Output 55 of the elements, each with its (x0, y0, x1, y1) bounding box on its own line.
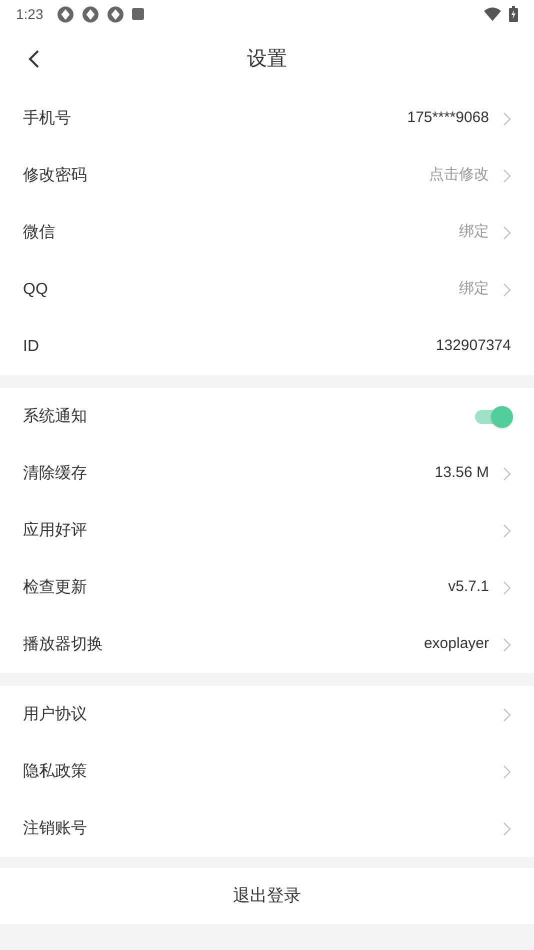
chevron-right-icon (503, 764, 511, 778)
settings-row[interactable]: 微信 绑定 (0, 204, 534, 261)
row-label: 清除缓存 (23, 464, 88, 484)
row-label: 系统通知 (23, 406, 88, 426)
row-label: 微信 (23, 222, 56, 242)
settings-row[interactable]: 隐私政策 (0, 743, 534, 800)
row-label: 检查更新 (23, 578, 88, 598)
toggle-switch[interactable] (475, 404, 513, 428)
app-notification-icon (82, 6, 100, 22)
chevron-right-icon (503, 580, 511, 594)
page-title: 设置 (247, 47, 287, 72)
row-label: 播放器切换 (23, 634, 104, 654)
row-value: 点击修改 (429, 165, 489, 186)
row-label: ID (23, 336, 40, 356)
row-label: 注销账号 (23, 818, 88, 838)
settings-row[interactable]: 清除缓存 13.56 M (0, 445, 534, 502)
chevron-right-icon (503, 708, 511, 722)
app-notification-icon (107, 6, 124, 22)
battery-icon (509, 6, 518, 22)
settings-row[interactable]: 应用好评 (0, 502, 534, 559)
notification-icon (132, 8, 144, 20)
row-label: 用户协议 (23, 704, 88, 724)
settings-row[interactable]: 系统通知 (0, 388, 534, 445)
row-value: 13.56 M (434, 463, 489, 484)
chevron-right-icon (503, 112, 511, 126)
settings-row[interactable]: ID 132907374 (0, 318, 534, 375)
chevron-right-icon (503, 168, 511, 182)
row-label: QQ (23, 280, 49, 300)
logout-button[interactable]: 退出登录 (0, 868, 534, 924)
chevron-right-icon (503, 282, 511, 296)
settings-row[interactable]: 用户协议 (0, 686, 534, 743)
wifi-icon (484, 7, 501, 21)
settings-row[interactable]: 手机号 175****9068 (0, 90, 534, 147)
app-notification-icon (57, 6, 74, 22)
row-value: 绑定 (459, 222, 489, 242)
chevron-right-icon (503, 638, 511, 652)
chevron-right-icon (503, 524, 511, 538)
row-value: 132907374 (436, 336, 511, 356)
row-value: v5.7.1 (448, 577, 489, 598)
row-value: exoplayer (424, 634, 489, 654)
settings-row[interactable]: QQ 绑定 (0, 261, 534, 318)
chevron-right-icon (503, 226, 511, 240)
settings-row[interactable]: 播放器切换 exoplayer (0, 616, 534, 673)
chevron-right-icon (503, 466, 511, 480)
settings-row[interactable]: 注销账号 (0, 800, 534, 857)
settings-row[interactable]: 修改密码 点击修改 (0, 147, 534, 204)
row-label: 修改密码 (23, 166, 88, 186)
settings-row[interactable]: 检查更新 v5.7.1 (0, 559, 534, 616)
row-label: 隐私政策 (23, 762, 88, 782)
row-label: 应用好评 (23, 520, 88, 540)
row-label: 手机号 (23, 108, 72, 128)
row-value: 绑定 (459, 279, 489, 300)
row-value: 175****9068 (407, 108, 489, 128)
status-time: 1:23 (16, 4, 44, 24)
chevron-right-icon (503, 822, 511, 836)
